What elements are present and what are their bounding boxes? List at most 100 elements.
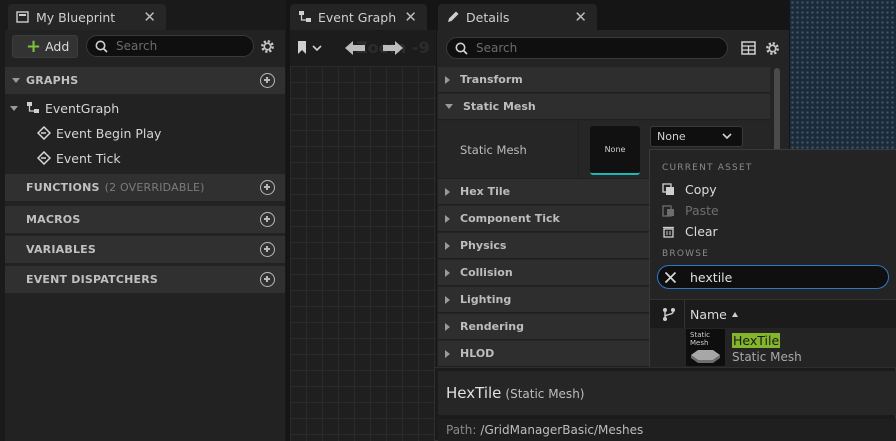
asset-name: HexTile — [732, 333, 781, 348]
event-dispatchers-section[interactable]: EVENT DISPATCHERS — [5, 266, 285, 293]
expand-icon — [445, 349, 450, 358]
category-component-tick-label: Component Tick — [460, 212, 560, 225]
tab-details[interactable]: Details ✕ — [438, 4, 597, 30]
search-icon — [95, 40, 108, 53]
clear-label: Clear — [685, 224, 718, 239]
tooltip-path-row: Path: /GridManagerBasic/Meshes — [438, 419, 896, 441]
category-hex-tile-label: Hex Tile — [460, 185, 511, 198]
table-view-icon[interactable] — [741, 41, 756, 55]
expand-icon — [10, 105, 18, 111]
event-graph-label: EventGraph — [45, 100, 120, 116]
details-search-placeholder: Search — [476, 41, 518, 55]
add-graph-icon[interactable] — [260, 73, 275, 88]
paste-menu-item[interactable]: Paste — [662, 203, 719, 218]
expand-icon — [445, 268, 450, 277]
category-transform[interactable]: Transform — [438, 67, 770, 93]
event-graph-item[interactable]: EventGraph — [10, 99, 119, 117]
expand-icon — [445, 187, 450, 196]
category-static-mesh[interactable]: Static Mesh — [438, 94, 770, 120]
blueprint-search-input[interactable]: Search — [86, 35, 254, 57]
event-tick-item[interactable]: Event Tick — [37, 149, 121, 167]
add-button[interactable]: + Add — [12, 35, 78, 58]
tooltip-title: HexTile — [446, 384, 502, 402]
sort-ascending-icon — [731, 312, 738, 317]
pencil-icon — [446, 10, 460, 24]
static-mesh-thumbnail[interactable]: None — [590, 126, 640, 175]
name-column-header[interactable]: Name — [690, 307, 738, 322]
chevron-down-icon — [722, 133, 732, 140]
event-begin-play-item[interactable]: Event Begin Play — [37, 124, 161, 142]
plus-icon: + — [26, 35, 42, 57]
expand-icon — [445, 295, 450, 304]
variables-section[interactable]: VARIABLES — [5, 236, 285, 263]
category-transform-label: Transform — [460, 73, 523, 86]
category-rendering-label: Rendering — [460, 320, 524, 333]
source-filter-icon[interactable] — [662, 307, 676, 321]
category-static-mesh-label: Static Mesh — [463, 100, 536, 113]
graphs-section[interactable]: GRAPHS — [5, 67, 285, 94]
graph-icon — [27, 102, 39, 113]
macros-section[interactable]: MACROS — [5, 206, 285, 233]
functions-section[interactable]: FUNCTIONS (2 OVERRIDABLE) — [5, 174, 285, 201]
details-search-input[interactable]: Search — [446, 37, 728, 59]
macros-label: MACROS — [26, 213, 81, 226]
close-icon[interactable]: ✕ — [574, 8, 587, 26]
asset-thumbnail-label: Static Mesh — [690, 331, 711, 347]
category-lighting-label: Lighting — [460, 293, 512, 306]
event-begin-play-label: Event Begin Play — [56, 125, 162, 141]
asset-search-input[interactable]: hextile — [657, 265, 889, 289]
tab-my-blueprint[interactable]: My Blueprint ✕ — [8, 4, 166, 30]
category-hlod-label: HLOD — [460, 347, 495, 360]
bookmark-icon[interactable] — [296, 40, 324, 56]
asset-list-header — [650, 299, 896, 328]
event-dispatchers-label: EVENT DISPATCHERS — [26, 273, 159, 286]
event-icon — [37, 126, 51, 140]
gear-icon[interactable] — [259, 38, 276, 55]
asset-combo-value: None — [657, 130, 686, 143]
clear-menu-item[interactable]: Clear — [662, 224, 718, 239]
copy-icon — [662, 183, 674, 195]
add-variable-icon[interactable] — [260, 242, 275, 257]
tab-details-label: Details — [466, 9, 510, 25]
static-mesh-property-label: Static Mesh — [460, 143, 527, 157]
blueprint-icon — [16, 10, 30, 24]
category-collision-label: Collision — [460, 266, 513, 279]
tab-event-graph-label: Event Graph — [318, 9, 397, 25]
column-separator — [684, 300, 685, 328]
add-button-label: Add — [45, 39, 70, 54]
paste-icon — [662, 205, 674, 217]
trash-icon — [663, 226, 674, 238]
tab-my-blueprint-label: My Blueprint — [36, 9, 116, 25]
close-icon[interactable]: ✕ — [404, 8, 417, 26]
copy-label: Copy — [685, 182, 717, 197]
copy-menu-item[interactable]: Copy — [662, 182, 717, 197]
graph-icon — [298, 10, 312, 24]
back-arrow-icon[interactable] — [344, 40, 366, 56]
close-icon[interactable]: ✕ — [143, 8, 156, 26]
asset-combo-box[interactable]: None — [650, 126, 743, 147]
graph-canvas[interactable] — [290, 66, 436, 441]
asset-search-value: hextile — [690, 269, 733, 285]
asset-type: Static Mesh — [732, 350, 802, 364]
name-column-label: Name — [690, 307, 727, 322]
collapse-icon — [12, 78, 20, 83]
tab-event-graph[interactable]: Event Graph ✕ — [290, 4, 427, 30]
event-icon — [37, 151, 51, 165]
forward-arrow-icon[interactable] — [382, 40, 404, 56]
functions-label: FUNCTIONS — [26, 181, 100, 194]
graphs-label: GRAPHS — [26, 74, 79, 87]
category-physics-label: Physics — [460, 239, 507, 252]
tooltip-path-value: /GridManagerBasic/Meshes — [480, 423, 644, 437]
add-dispatcher-icon[interactable] — [260, 272, 275, 287]
functions-note: (2 OVERRIDABLE) — [104, 181, 205, 194]
event-tick-label: Event Tick — [56, 150, 121, 166]
browse-label: BROWSE — [662, 249, 710, 259]
add-macro-icon[interactable] — [260, 212, 275, 227]
current-asset-label: CURRENT ASSET — [662, 163, 753, 173]
gear-icon[interactable] — [764, 40, 781, 57]
clear-search-icon[interactable] — [664, 271, 677, 284]
divider — [578, 121, 579, 179]
paste-label: Paste — [685, 203, 719, 218]
add-function-icon[interactable] — [260, 180, 275, 195]
collapse-icon — [445, 104, 453, 109]
